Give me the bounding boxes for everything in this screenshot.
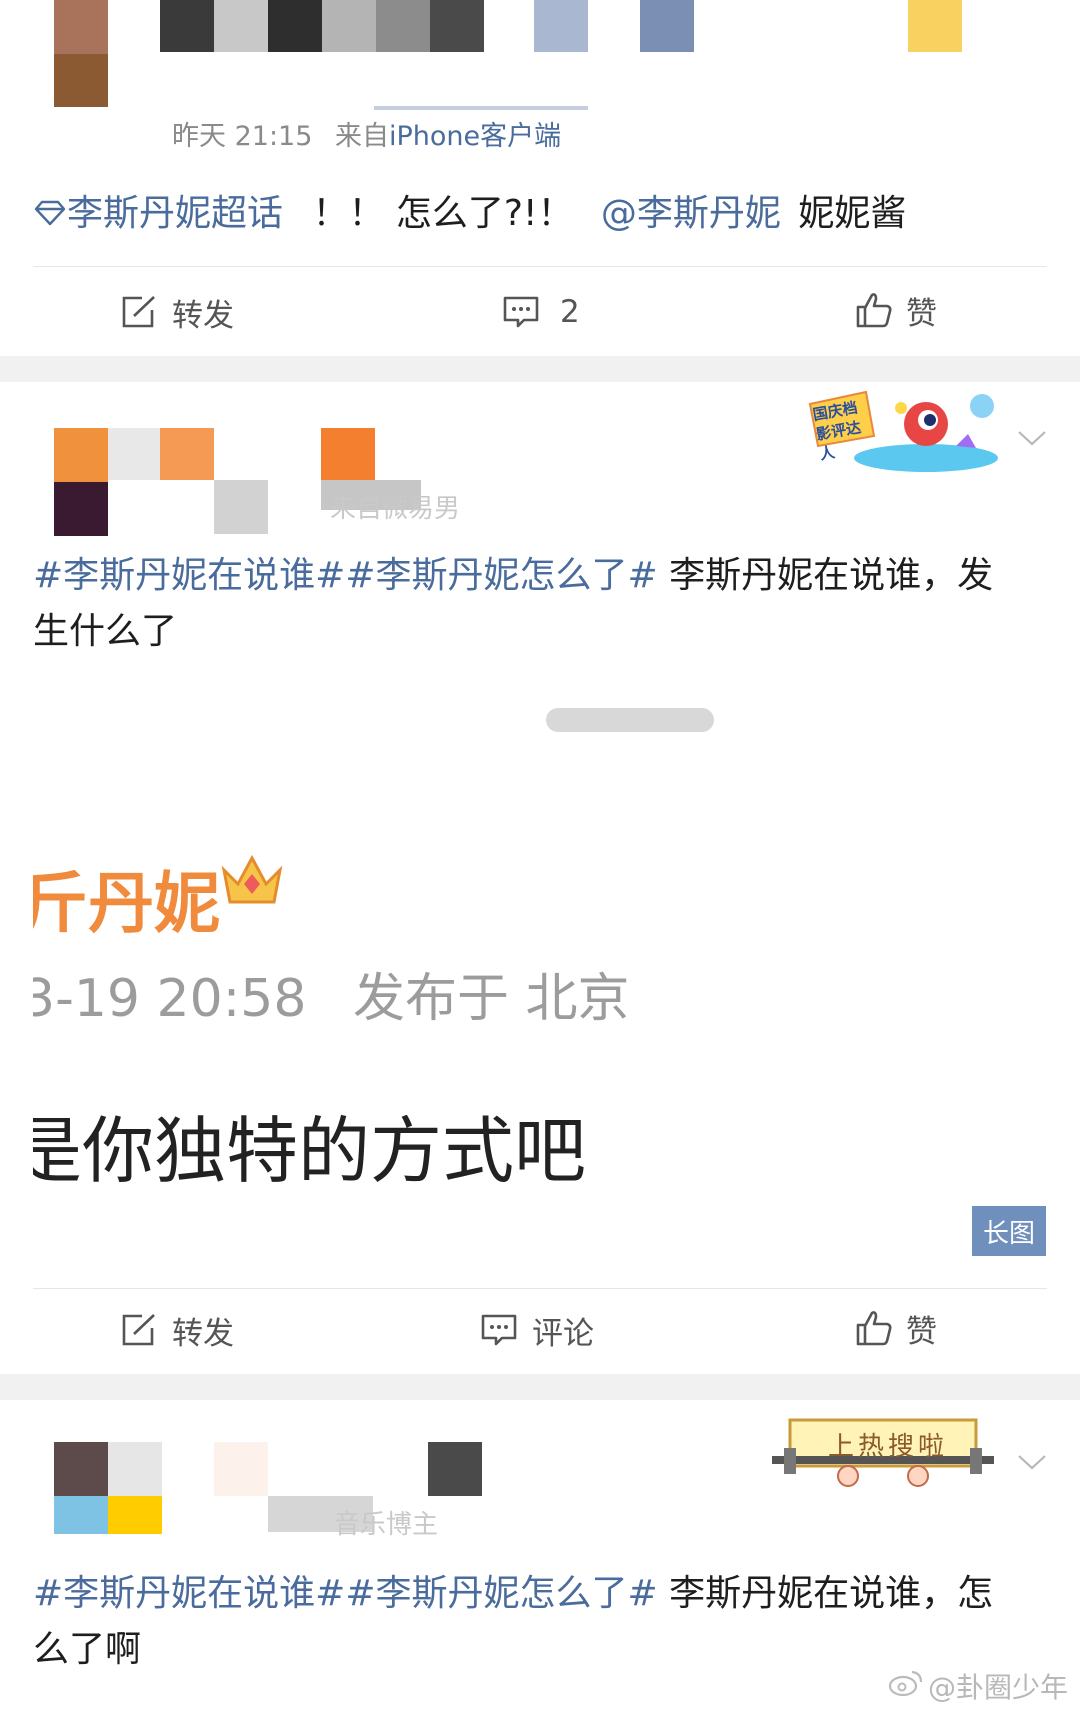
- avatar-pixelated[interactable]: [54, 0, 108, 107]
- post-1-text-tail: 妮妮酱: [798, 193, 907, 234]
- comment-label: 评论: [532, 1315, 594, 1352]
- image-body-fragment: 是你独特的方式吧: [10, 1109, 587, 1193]
- post-2-text-line2: 生什么了: [33, 611, 178, 652]
- comment-icon: [502, 294, 540, 330]
- like-label: 赞: [906, 1313, 937, 1350]
- post-1-text: ！！ 怎么了?!！: [312, 193, 574, 234]
- post-3-text: #李斯丹妮在说谁##李斯丹妮怎么了# 李斯丹妮在说谁，怎 么了啊: [33, 1566, 1053, 1678]
- blurred-pill: [546, 708, 714, 732]
- chevron-down-icon[interactable]: [1016, 1452, 1048, 1476]
- repost-label: 转发: [172, 297, 234, 334]
- comment-icon: [480, 1312, 518, 1348]
- long-image-badge: 长图: [972, 1206, 1046, 1256]
- post-2-text-line1: 李斯丹妮在说谁，发: [657, 555, 994, 596]
- watermark-text: @卦圈少年: [928, 1671, 1069, 1704]
- sticker-text: 上热搜啦: [828, 1432, 949, 1462]
- post-source-client[interactable]: iPhone客户端: [389, 121, 561, 152]
- username-pixelated[interactable]: [160, 0, 962, 54]
- mention-link[interactable]: @李斯丹妮: [601, 193, 781, 234]
- repost-icon: [120, 1312, 158, 1348]
- sticker-trending: 上热搜啦: [768, 1412, 998, 1496]
- avatar-pixelated[interactable]: [54, 428, 108, 536]
- repost-button[interactable]: 转发: [120, 290, 234, 334]
- divider: [33, 266, 1047, 267]
- watermark: @卦圈少年: [888, 1666, 1068, 1706]
- feed-separator: [0, 356, 1080, 382]
- repost-icon: [120, 294, 158, 330]
- sticker-text: 国庆档 影评达人: [811, 398, 863, 464]
- post-time-text: 昨天 21:15: [172, 121, 313, 152]
- like-button[interactable]: 赞: [854, 1306, 937, 1350]
- blurred-underline: [374, 106, 588, 110]
- image-left-crop: [0, 640, 33, 1280]
- post-1-body: 李斯丹妮超话 ！！ 怎么了?!！ @李斯丹妮 妮妮酱: [33, 184, 906, 236]
- hashtag-link-2[interactable]: #李斯丹妮怎么了#: [345, 555, 657, 596]
- comment-button[interactable]: 评论: [480, 1308, 594, 1352]
- image-timestamp-fragment: 3-19 20:58 发布于 北京: [22, 969, 630, 1029]
- comment-button[interactable]: 2: [502, 290, 580, 334]
- crown-icon: [218, 848, 286, 916]
- sticker-film-critic: 国庆档 影评达人: [806, 386, 1006, 478]
- repost-button[interactable]: 转发: [120, 1308, 234, 1352]
- supertopic-diamond-icon: [33, 195, 67, 236]
- blurred-source: 来自微易男: [330, 494, 461, 524]
- post-2-text: #李斯丹妮在说谁##李斯丹妮怎么了# 李斯丹妮在说谁，发 生什么了: [33, 548, 1053, 660]
- feed-separator: [0, 1374, 1080, 1400]
- blurred-source: 音乐博主: [334, 1510, 439, 1540]
- thumbs-up-icon: [854, 290, 894, 330]
- avatar-pixelated[interactable]: [54, 1442, 164, 1542]
- divider: [33, 1288, 1047, 1289]
- post-3-text-line1: 李斯丹妮在说谁，怎: [657, 1573, 994, 1614]
- like-label: 赞: [906, 295, 937, 332]
- hashtag-link-1[interactable]: #李斯丹妮在说谁#: [33, 555, 345, 596]
- thumbs-up-icon: [854, 1308, 894, 1348]
- post-3-text-line2: 么了啊: [33, 1629, 142, 1670]
- post-time: 昨天 21:15 来自iPhone客户端: [172, 114, 561, 153]
- weibo-logo-icon: [888, 1669, 924, 1704]
- supertopic-link[interactable]: 李斯丹妮超话: [67, 193, 283, 234]
- hashtag-link-1[interactable]: #李斯丹妮在说谁#: [33, 1573, 345, 1614]
- post-source-prefix: 来自: [335, 121, 389, 152]
- image-name-fragment: 斤丹妮: [22, 865, 220, 942]
- comment-count: 2: [560, 294, 580, 330]
- hashtag-link-2[interactable]: #李斯丹妮怎么了#: [345, 1573, 657, 1614]
- chevron-down-icon[interactable]: [1016, 428, 1048, 452]
- like-button[interactable]: 赞: [854, 288, 937, 332]
- repost-label: 转发: [172, 1315, 234, 1352]
